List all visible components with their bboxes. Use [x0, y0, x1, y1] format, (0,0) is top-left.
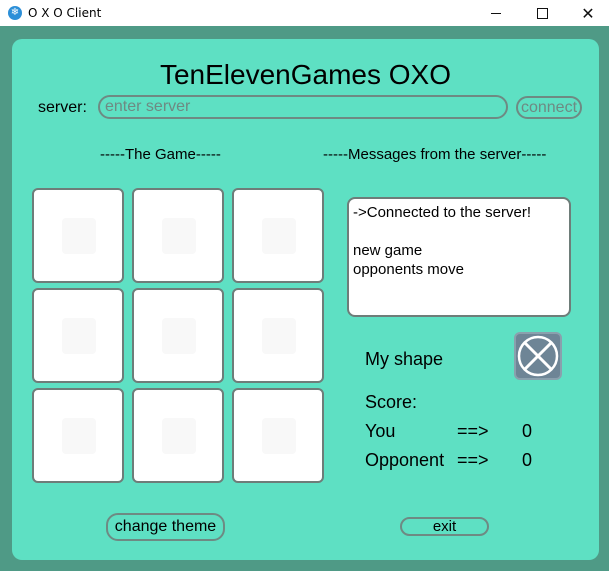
- cell-placeholder: [262, 418, 296, 454]
- page-title: TenElevenGames OXO: [159, 59, 452, 90]
- game-section-header: -----The Game-----: [100, 146, 221, 163]
- my-shape-x-icon: [514, 332, 562, 380]
- board-cell-7[interactable]: [32, 388, 124, 483]
- snowflake-icon: ❄: [8, 6, 22, 20]
- minimize-button[interactable]: [473, 0, 519, 26]
- cell-placeholder: [62, 318, 96, 354]
- opponent-score: 0: [522, 450, 533, 470]
- cell-placeholder: [162, 218, 196, 254]
- messages-box[interactable]: ->Connected to the server! new game oppo…: [347, 197, 571, 317]
- title-bar[interactable]: ❄ O X O Client ✕: [0, 0, 609, 26]
- message-line: ->Connected to the server!: [353, 204, 532, 221]
- close-button[interactable]: ✕: [565, 0, 609, 26]
- message-line: new game: [353, 242, 423, 259]
- maximize-icon: [536, 7, 548, 19]
- board-cell-8[interactable]: [132, 388, 224, 483]
- cell-placeholder: [262, 218, 296, 254]
- exit-button[interactable]: exit: [400, 517, 489, 536]
- close-icon: ✕: [581, 3, 595, 23]
- opponent-arrow: ==>: [457, 450, 489, 470]
- connect-button[interactable]: connect: [516, 96, 582, 119]
- change-theme-button[interactable]: change theme: [106, 513, 225, 541]
- cell-placeholder: [62, 418, 96, 454]
- board-cell-2[interactable]: [132, 188, 224, 283]
- window-title: O X O Client: [28, 6, 102, 20]
- server-input[interactable]: [98, 95, 508, 119]
- maximize-button[interactable]: [519, 0, 565, 26]
- cell-placeholder: [62, 218, 96, 254]
- minimize-icon: [491, 12, 501, 14]
- cell-placeholder: [162, 318, 196, 354]
- board-cell-3[interactable]: [232, 188, 324, 283]
- server-label: server:: [38, 99, 87, 116]
- messages-section-header: -----Messages from the server-----: [323, 146, 547, 163]
- board-cell-5[interactable]: [132, 288, 224, 383]
- game-panel: TenElevenGames OXO server: connect -----…: [12, 39, 599, 560]
- board-cell-4[interactable]: [32, 288, 124, 383]
- you-label: You: [365, 421, 396, 441]
- board-cell-1[interactable]: [32, 188, 124, 283]
- app-window: ❄ O X O Client ✕ TenElevenGames OXO serv…: [0, 0, 609, 571]
- message-line: [353, 222, 565, 241]
- board-cell-6[interactable]: [232, 288, 324, 383]
- score-label: Score:: [365, 392, 418, 412]
- cell-placeholder: [262, 318, 296, 354]
- opponent-label: Opponent: [365, 450, 445, 470]
- board-cell-9[interactable]: [232, 388, 324, 483]
- you-score: 0: [522, 421, 533, 441]
- message-line: opponents move: [353, 261, 464, 278]
- my-shape-label: My shape: [365, 349, 444, 369]
- you-arrow: ==>: [457, 421, 489, 441]
- cell-placeholder: [162, 418, 196, 454]
